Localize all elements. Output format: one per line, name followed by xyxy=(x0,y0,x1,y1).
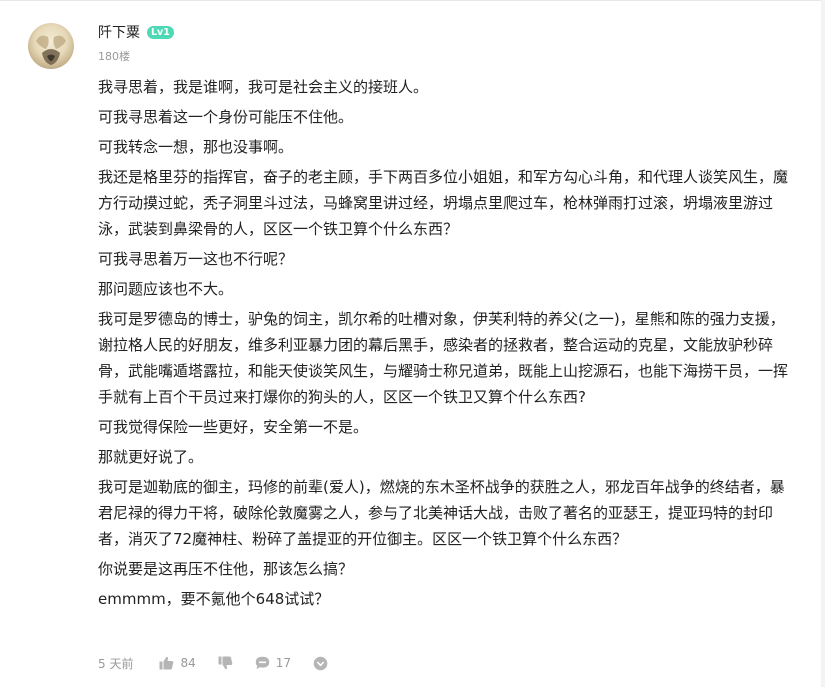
like-button[interactable]: 84 xyxy=(159,656,196,670)
comment-paragraph: 可我寻思着这一个身份可能压不住他。 xyxy=(98,108,354,126)
reply-count: 17 xyxy=(275,656,292,670)
comment-body: 我寻思着，我是谁啊，我可是社会主义的接班人。 可我寻思着这一个身份可能压不住他。… xyxy=(98,74,798,616)
floor-number: 180楼 xyxy=(98,50,130,63)
top-divider xyxy=(0,0,825,1)
like-count: 84 xyxy=(180,656,196,670)
level-badge: Lv1 xyxy=(147,26,174,39)
thumbs-up-icon xyxy=(159,656,174,670)
comment-paragraph: 我还是格里芬的指挥官，奋子的老主顾，手下两百多位小姐姐，和军方勾心斗角，和代理人… xyxy=(98,168,789,238)
chat-bubble-icon xyxy=(255,656,269,670)
reply-button[interactable]: 17 xyxy=(255,656,291,670)
comment-paragraph: 我可是罗德岛的博士，驴兔的饲主，凯尔希的吐槽对象，伊芙利特的养父(之一)，星熊和… xyxy=(98,310,789,406)
comment-footer: 5 天前 84 17 xyxy=(98,654,350,672)
comment-paragraph: 那就更好说了。 xyxy=(98,448,204,466)
comment-paragraph: 可我转念一想，那也没事啊。 xyxy=(98,138,294,156)
post-time: 5 天前 xyxy=(98,656,134,671)
scrollbar[interactable] xyxy=(821,0,825,687)
comment-paragraph: 可我觉得保险一些更好，安全第一不是。 xyxy=(98,418,369,436)
comment-paragraph: emmmm，要不氪他个648试试？ xyxy=(98,590,330,608)
avatar[interactable] xyxy=(28,23,74,69)
username[interactable]: 阡下粟 xyxy=(98,24,140,42)
thumbs-down-icon xyxy=(218,656,233,670)
avatar-image xyxy=(36,35,66,65)
comment-paragraph: 我可是迦勒底的御主，玛修的前辈(爱人)，燃烧的东木圣杯战争的获胜之人，邪龙百年战… xyxy=(98,478,785,548)
dislike-button[interactable] xyxy=(218,656,233,670)
more-button[interactable] xyxy=(313,656,328,671)
comment-paragraph: 可我寻思着万一这也不行呢？ xyxy=(98,250,294,268)
comment-paragraph: 你说要是这再压不住他，那该怎么搞？ xyxy=(98,560,354,578)
comment-paragraph: 我寻思着，我是谁啊，我可是社会主义的接班人。 xyxy=(98,78,429,96)
chevron-down-circle-icon xyxy=(313,656,328,670)
comment-paragraph: 那问题应该也不大。 xyxy=(98,280,234,298)
